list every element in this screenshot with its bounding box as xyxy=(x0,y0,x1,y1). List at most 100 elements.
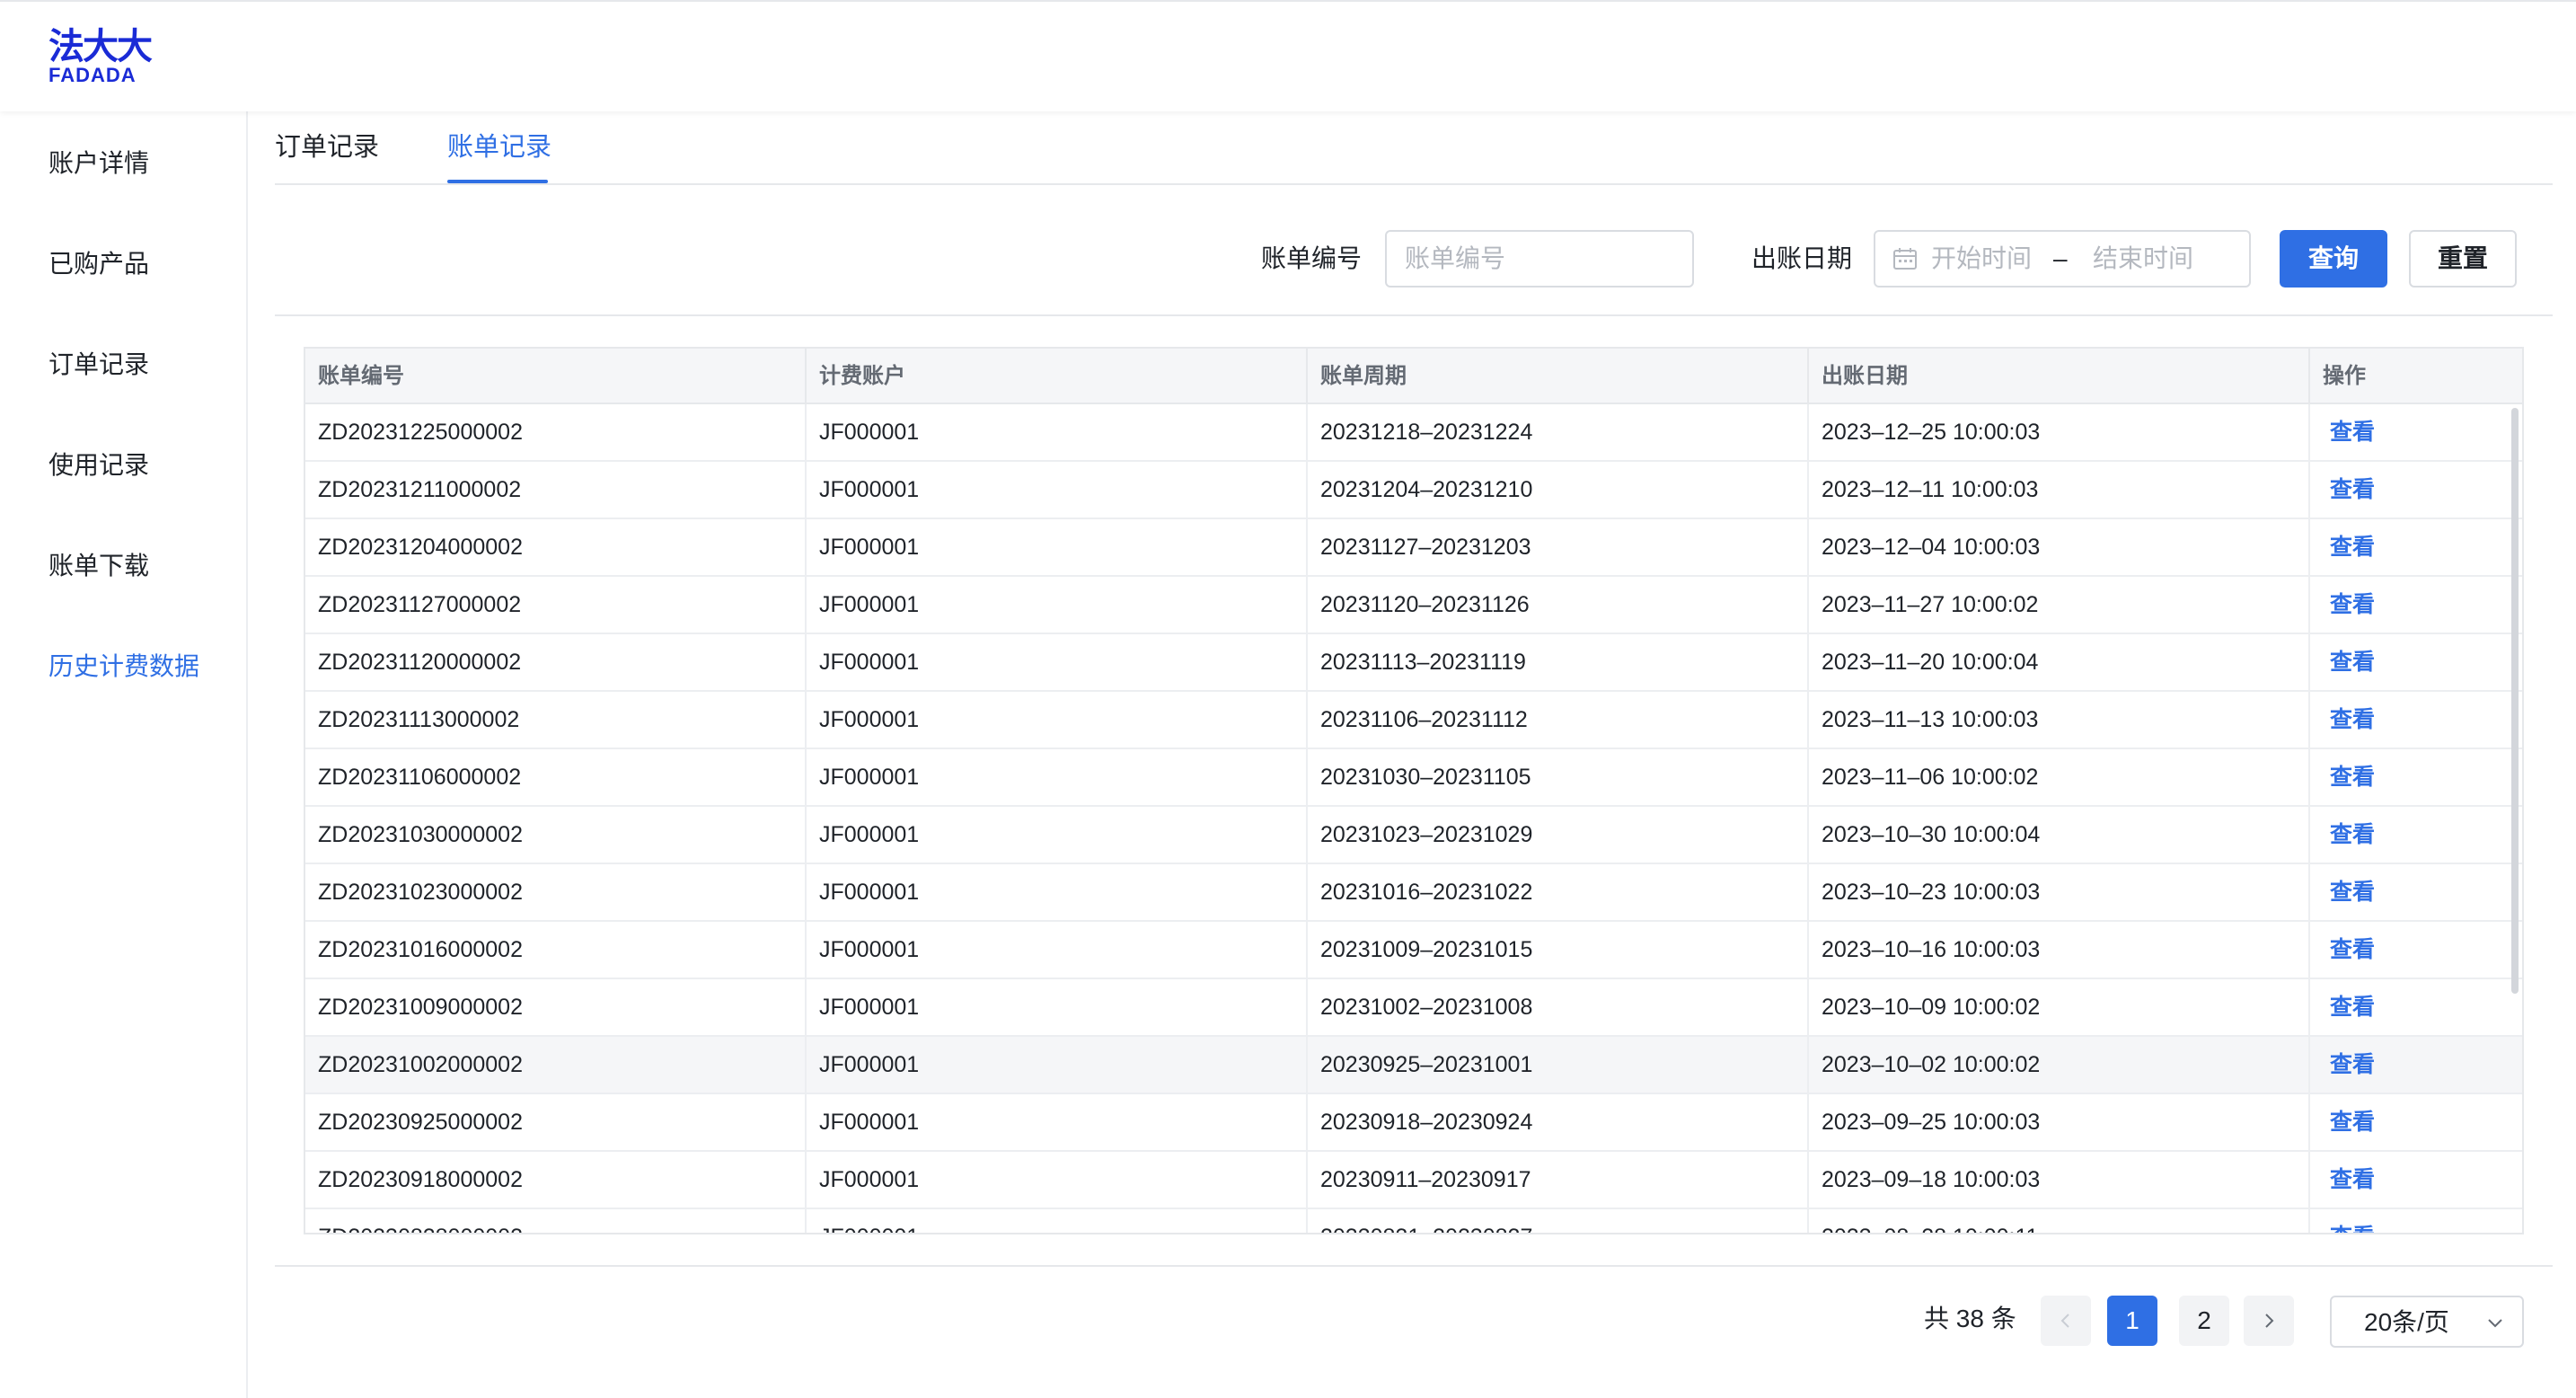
column-header-bill-no: 账单编号 xyxy=(305,349,807,404)
page-size-select[interactable]: 20条/页 xyxy=(2330,1296,2524,1348)
column-header-action: 操作 xyxy=(2323,364,2366,388)
view-link[interactable]: 查看 xyxy=(2330,1110,2375,1135)
reset-button[interactable]: 重置 xyxy=(2409,230,2517,288)
cell-period: 20230918–20230924 xyxy=(1308,1094,1809,1152)
table-row[interactable]: ZD20231002000002 JF000001 20230925–2023100… xyxy=(305,1037,2522,1094)
cell-bill-no: ZD20231030000002 xyxy=(305,807,807,864)
table-row[interactable]: ZD20230918000002 JF000001 20230911–2023091… xyxy=(305,1152,2522,1209)
sidebar-item-bill-download[interactable]: 账单下载 xyxy=(49,548,149,584)
chevron-down-icon xyxy=(2488,1319,2502,1328)
table-row[interactable]: ZD20231113000002 JF000001 20231106–2023111… xyxy=(305,692,2522,749)
view-link[interactable]: 查看 xyxy=(2330,420,2375,445)
tab-order-records[interactable]: 订单记录 xyxy=(275,129,379,165)
cell-period: 20231127–20231203 xyxy=(1308,519,1809,577)
cell-account: JF000001 xyxy=(807,519,1308,577)
date-end-input[interactable]: 结束时间 xyxy=(2093,241,2193,277)
date-separator: – xyxy=(2053,244,2068,272)
top-header: 法大大 FADADA xyxy=(0,0,2576,111)
pagination-divider xyxy=(275,1265,2553,1267)
column-header-account: 计费账户 xyxy=(807,349,1308,404)
cell-bill-no: ZD20231120000002 xyxy=(305,634,807,692)
cell-bill-date: 2023–12–04 10:00:03 xyxy=(1809,519,2310,577)
table-row[interactable]: ZD20231009000002 JF000001 20231002–2023100… xyxy=(305,979,2522,1037)
view-link[interactable]: 查看 xyxy=(2330,1167,2375,1192)
view-link[interactable]: 查看 xyxy=(2330,592,2375,617)
table-row[interactable]: ZD20230828000002JF00000120230821–2023082… xyxy=(305,1209,2522,1233)
view-link[interactable]: 查看 xyxy=(2330,995,2375,1020)
cell-bill-no: ZD20231009000002 xyxy=(305,979,807,1037)
table-row[interactable]: ZD20231016000002 JF000001 20231009–2023101… xyxy=(305,922,2522,979)
table-row[interactable]: ZD20231127000002 JF000001 20231120–2023112… xyxy=(305,577,2522,634)
view-link[interactable]: 查看 xyxy=(2330,477,2375,502)
brand-name-cn: 法大大 xyxy=(49,27,153,66)
cell-action: 查看 xyxy=(2310,404,2522,462)
cell-bill-date: 2023–11–06 10:00:02 xyxy=(1809,749,2310,807)
chevron-left-icon xyxy=(2060,1314,2069,1328)
view-link[interactable]: 查看 xyxy=(2330,1225,2375,1233)
table-scrollbar[interactable] xyxy=(2511,408,2519,994)
prev-page-button[interactable] xyxy=(2041,1296,2091,1346)
cell-account: JF000001 xyxy=(807,404,1308,462)
query-button[interactable]: 查询 xyxy=(2280,230,2387,288)
table-row[interactable]: ZD20230925000002 JF000001 20230918–2023092… xyxy=(305,1094,2522,1152)
view-link[interactable]: 查看 xyxy=(2330,535,2375,560)
cell-account: JF000001 xyxy=(807,1152,1308,1209)
cell-account: JF000001 xyxy=(807,692,1308,749)
cell-action: 查看 xyxy=(2310,577,2522,634)
cell-bill-no: ZD20230925000002 xyxy=(305,1094,807,1152)
sidebar-item-usage-records[interactable]: 使用记录 xyxy=(49,447,149,483)
sidebar-item-order-records[interactable]: 订单记录 xyxy=(49,347,149,383)
table-row[interactable]: ZD20231030000002 JF000001 20231023–2023102… xyxy=(305,807,2522,864)
cell-account: JF000001 xyxy=(807,922,1308,979)
cell-period: 20231106–20231112 xyxy=(1308,692,1809,749)
date-start-input[interactable]: 开始时间 xyxy=(1931,241,2032,277)
cell-action: 查看 xyxy=(2310,1037,2522,1094)
table-row[interactable]: ZD20231225000002 JF000001 20231218–2023122… xyxy=(305,404,2522,462)
table-body[interactable]: ZD20231225000002 JF000001 20231218–2023122… xyxy=(305,404,2522,1233)
cell-period: 20231113–20231119 xyxy=(1308,634,1809,692)
cell-period: 20231009–20231015 xyxy=(1308,922,1809,979)
page-size-value: 20条/页 xyxy=(2364,1308,2449,1336)
cell-action: 查看 xyxy=(2310,519,2522,577)
cell-account: JF000001 xyxy=(807,1094,1308,1152)
cell-action: 查看 xyxy=(2310,634,2522,692)
view-link[interactable]: 查看 xyxy=(2330,1052,2375,1077)
cell-action: 查看 xyxy=(2310,807,2522,864)
cell-account: JF000001 xyxy=(807,979,1308,1037)
table-row[interactable]: ZD20231211000002 JF000001 20231204–2023121… xyxy=(305,462,2522,519)
cell-action: 查看 xyxy=(2310,462,2522,519)
cell-bill-date: 2023–08–28 10:00:11 xyxy=(1809,1209,2310,1233)
sidebar-item-history-billing[interactable]: 历史计费数据 xyxy=(49,649,199,685)
view-link[interactable]: 查看 xyxy=(2330,937,2375,962)
cell-account: JF000001 xyxy=(807,462,1308,519)
view-link[interactable]: 查看 xyxy=(2330,822,2375,847)
cell-period: 20230925–20231001 xyxy=(1308,1037,1809,1094)
cell-account: JF000001 xyxy=(807,634,1308,692)
view-link[interactable]: 查看 xyxy=(2330,650,2375,675)
cell-bill-date: 2023–11–20 10:00:04 xyxy=(1809,634,2310,692)
cell-action: 查看 xyxy=(2310,922,2522,979)
next-page-button[interactable] xyxy=(2244,1296,2294,1346)
cell-bill-no: ZD20231127000002 xyxy=(305,577,807,634)
page-button-1[interactable]: 1 xyxy=(2107,1296,2157,1346)
table-row[interactable]: ZD20231204000002 JF000001 20231127–2023120… xyxy=(305,519,2522,577)
table-row[interactable]: ZD20231106000002 JF000001 20231030–2023110… xyxy=(305,749,2522,807)
brand-logo[interactable]: 法大大 FADADA xyxy=(49,29,156,88)
tab-bill-records[interactable]: 账单记录 xyxy=(447,129,551,165)
sidebar-item-purchased-products[interactable]: 已购产品 xyxy=(49,246,149,282)
cell-bill-date: 2023–10–09 10:00:02 xyxy=(1809,979,2310,1037)
view-link[interactable]: 查看 xyxy=(2330,707,2375,732)
bill-date-range-picker[interactable]: 开始时间 – 结束时间 xyxy=(1874,230,2251,288)
table-row[interactable]: ZD20231120000002 JF000001 20231113–2023111… xyxy=(305,634,2522,692)
sidebar-item-account-details[interactable]: 账户详情 xyxy=(49,146,149,181)
brand-name-en: FADADA xyxy=(49,64,137,86)
bill-no-input[interactable] xyxy=(1385,230,1694,288)
table-row[interactable]: ZD20231023000002 JF000001 20231016–2023102… xyxy=(305,864,2522,922)
cell-account: JF000001 xyxy=(807,1209,1308,1233)
cell-account: JF000001 xyxy=(807,577,1308,634)
page-button-2[interactable]: 2 xyxy=(2179,1296,2229,1346)
view-link[interactable]: 查看 xyxy=(2330,880,2375,905)
cell-bill-date: 2023–09–18 10:00:03 xyxy=(1809,1152,2310,1209)
view-link[interactable]: 查看 xyxy=(2330,765,2375,790)
cell-period: 20231002–20231008 xyxy=(1308,979,1809,1037)
